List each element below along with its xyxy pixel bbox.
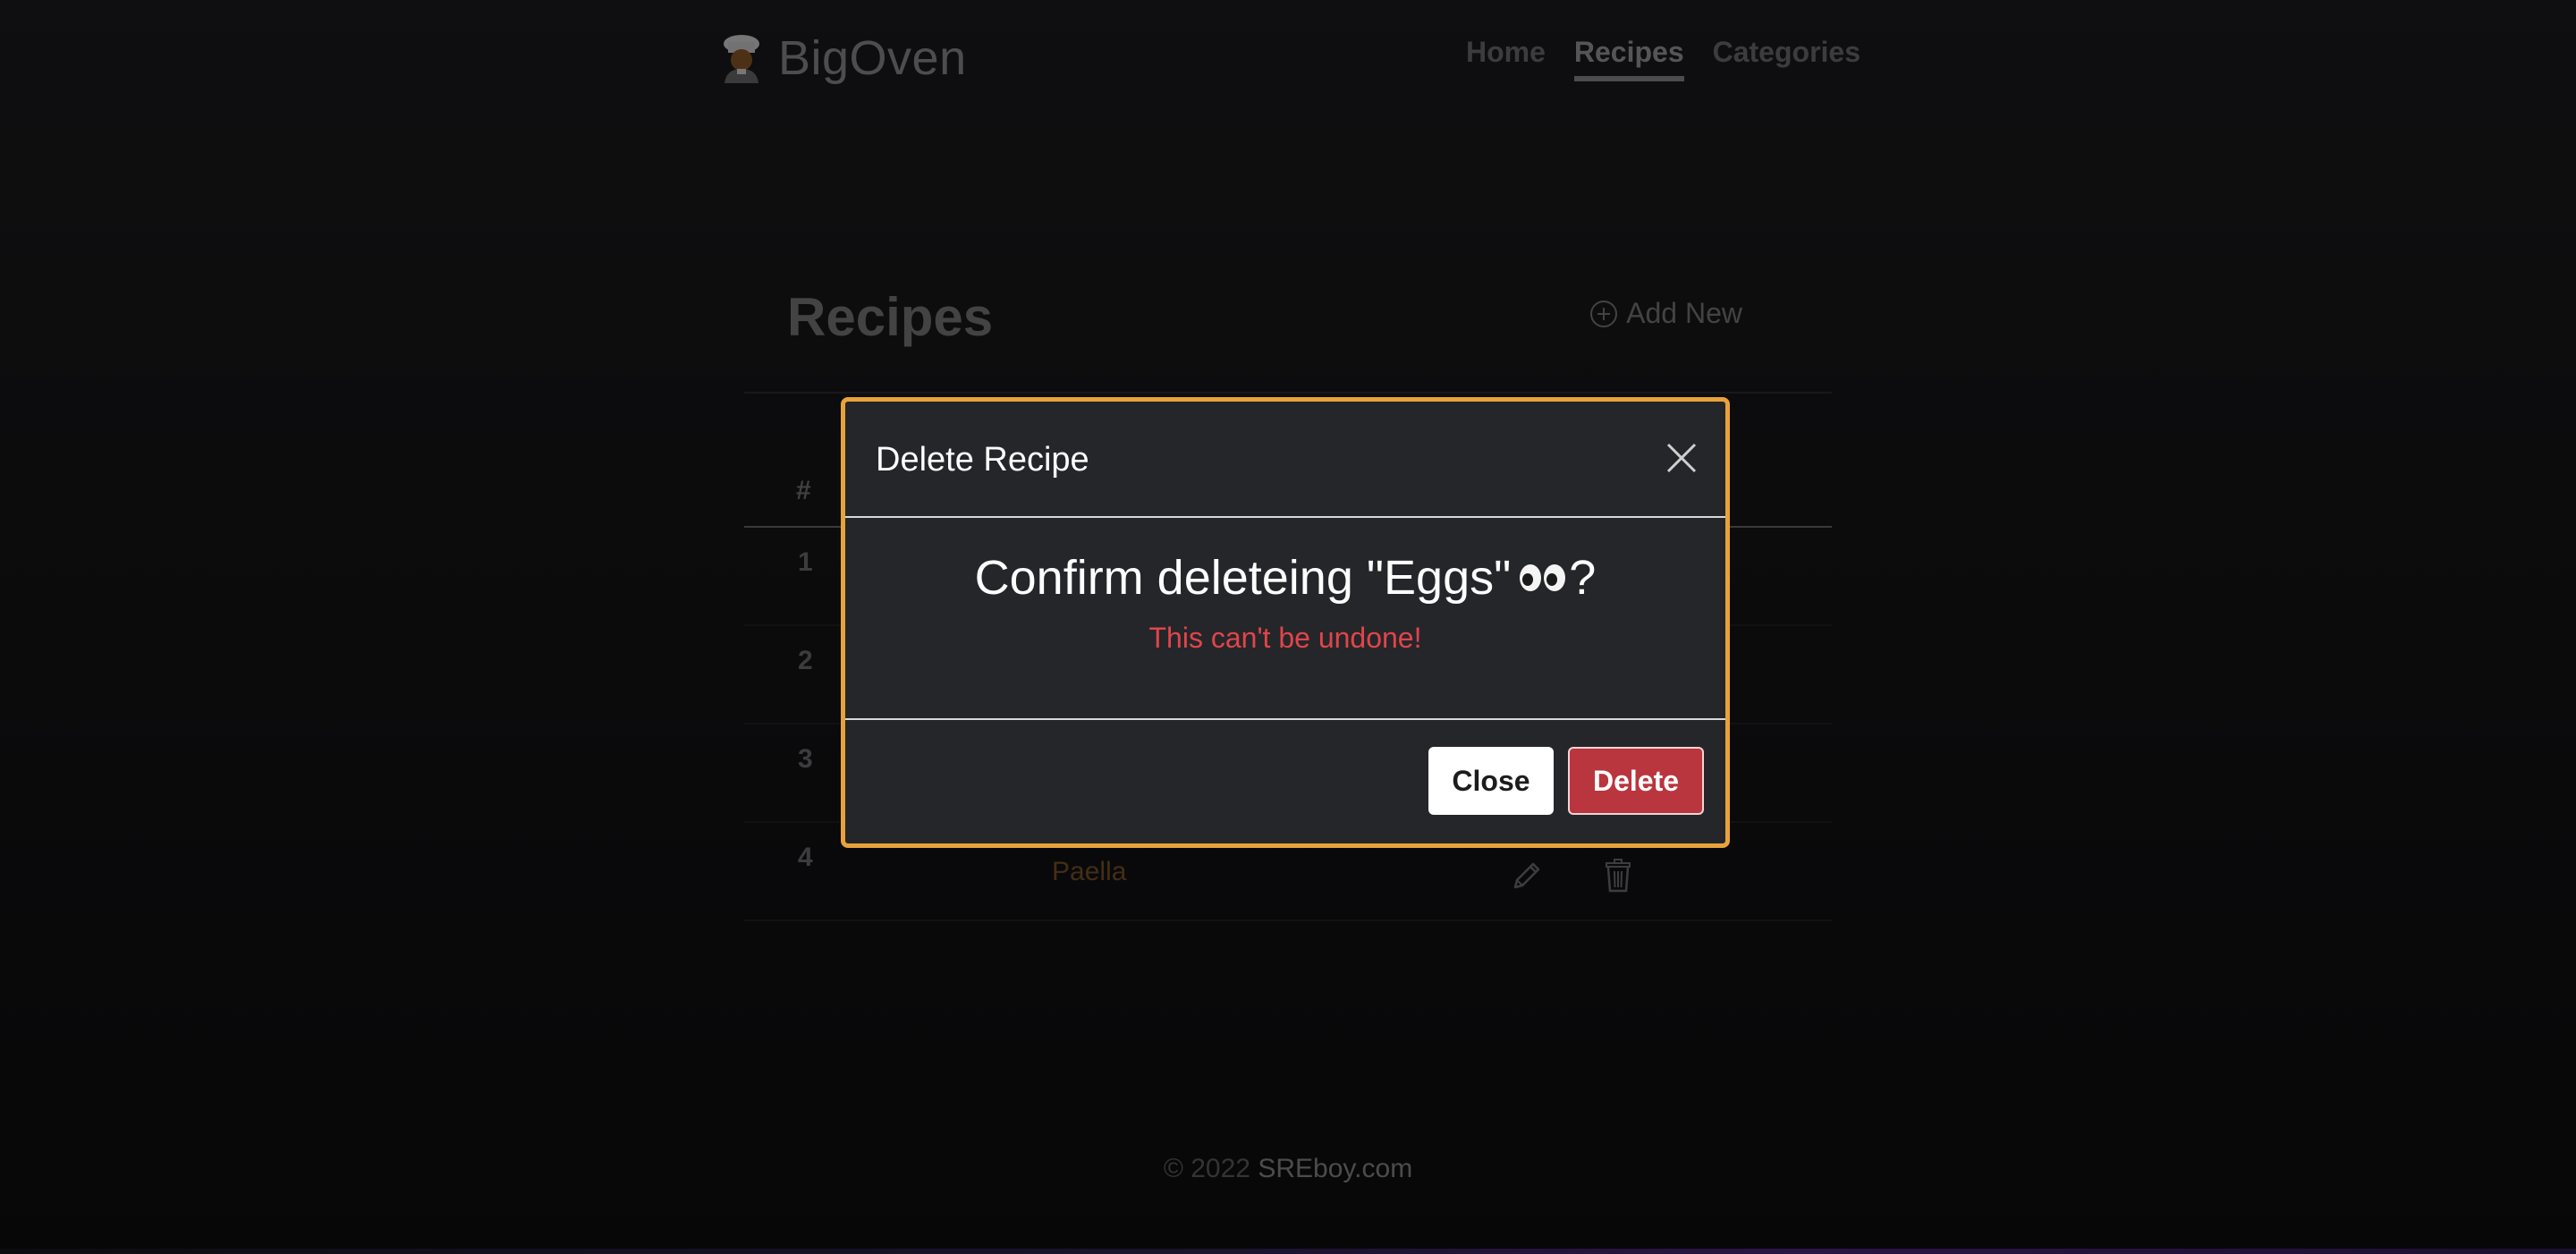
confirm-message: Confirm deleteing "Eggs" ? — [975, 550, 1597, 606]
warning-text: This can't be undone! — [1148, 622, 1422, 654]
modal-footer: Close Delete — [845, 720, 1725, 843]
close-button[interactable]: Close — [1428, 747, 1554, 815]
modal-title: Delete Recipe — [876, 441, 1089, 479]
eyes-emoji-icon — [1520, 564, 1566, 591]
page: BigOven Home Recipes Categories Recipes … — [0, 0, 2576, 1254]
delete-button[interactable]: Delete — [1568, 747, 1704, 815]
close-icon[interactable] — [1663, 439, 1700, 477]
bottom-edge — [0, 1249, 2576, 1254]
modal-header: Delete Recipe — [845, 402, 1725, 518]
confirm-text: Confirm deleteing "Eggs" — [974, 551, 1512, 605]
confirm-suffix: ? — [1569, 551, 1597, 605]
delete-recipe-modal: Delete Recipe Confirm deleteing "Eggs" ?… — [841, 397, 1730, 848]
modal-body: Confirm deleteing "Eggs" ? This can't be… — [845, 518, 1725, 720]
